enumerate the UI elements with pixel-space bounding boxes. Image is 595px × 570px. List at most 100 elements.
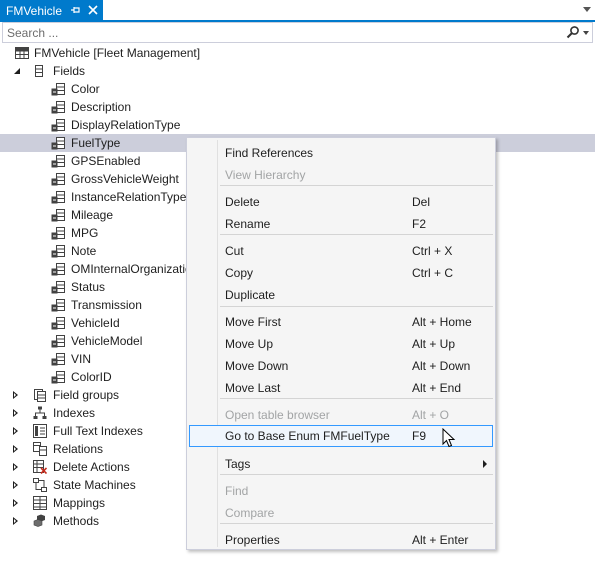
menu-item-shortcut: F9 (412, 429, 427, 443)
menu-item-label: Properties (225, 533, 280, 547)
menu-item-label: Find References (225, 146, 314, 160)
tree-field-row[interactable]: DisplayRelationType (0, 116, 595, 134)
menu-item-compare: Compare (189, 502, 493, 524)
tree-field-label: InstanceRelationType (71, 190, 187, 204)
tree-node-label: Delete Actions (53, 460, 130, 474)
tree-root-label: FMVehicle [Fleet Management] (34, 46, 201, 60)
field-icon (51, 316, 65, 330)
expand-toggle-icon[interactable] (11, 498, 21, 508)
tree-field-label: Transmission (71, 298, 142, 312)
expand-toggle-icon[interactable] (11, 480, 21, 490)
menu-item-shortcut: Alt + Home (412, 315, 472, 329)
menu-item-find-references[interactable]: Find References (189, 142, 493, 164)
menu-item-move-first[interactable]: Move First Alt + Home (189, 311, 493, 333)
relations-icon (33, 442, 47, 456)
mouse-cursor-icon (442, 427, 456, 448)
tree-node-label: Indexes (53, 406, 96, 420)
methods-icon (33, 514, 47, 528)
tree-node-label: Mappings (53, 496, 106, 510)
menu-item-shortcut: Alt + O (412, 408, 450, 422)
tree-node-label: Field groups (53, 388, 120, 402)
menu-item-shortcut: Alt + End (412, 381, 462, 395)
tree-field-row[interactable]: Description (0, 98, 595, 116)
tree-node-label: State Machines (53, 478, 136, 492)
tree-field-label: GPSEnabled (71, 154, 141, 168)
tree-node-label: Fields (53, 64, 86, 78)
expand-toggle-icon[interactable] (11, 462, 21, 472)
submenu-arrow-icon (483, 460, 487, 468)
menu-item-tags[interactable]: Tags (189, 453, 493, 475)
expand-toggle-icon[interactable] (11, 516, 21, 526)
menu-item-label: Move Down (225, 359, 289, 373)
field-groups-icon (33, 388, 47, 402)
menu-item-copy[interactable]: Copy Ctrl + C (189, 262, 493, 284)
tree-field-label: Status (71, 280, 106, 294)
tree-field-row[interactable]: Color (0, 80, 595, 98)
table-icon (15, 46, 29, 60)
menu-item-label: Duplicate (225, 288, 276, 302)
field-icon (51, 154, 65, 168)
close-icon[interactable] (86, 3, 100, 17)
indexes-icon (33, 406, 47, 420)
delete-actions-icon (33, 460, 48, 475)
menu-item-label: Move Up (225, 337, 274, 351)
menu-item-shortcut: Ctrl + X (412, 244, 453, 258)
menu-item-properties[interactable]: Properties Alt + Enter (189, 529, 493, 551)
tree-root[interactable]: FMVehicle [Fleet Management] (0, 44, 595, 62)
menu-item-shortcut: F2 (412, 217, 427, 231)
menu-item-shortcut: Alt + Up (412, 337, 456, 351)
field-icon (51, 190, 65, 204)
expand-toggle-icon[interactable] (11, 390, 21, 400)
field-icon (51, 262, 65, 276)
menu-item-shortcut: Alt + Enter (412, 533, 469, 547)
menu-separator (220, 306, 493, 307)
menu-item-move-last[interactable]: Move Last Alt + End (189, 377, 493, 399)
menu-item-label: Tags (225, 457, 251, 471)
expand-toggle-icon[interactable] (11, 444, 21, 454)
menu-item-label: Rename (225, 217, 271, 231)
field-icon (51, 298, 65, 312)
menu-item-move-down[interactable]: Move Down Alt + Down (189, 355, 493, 377)
field-icon (51, 136, 65, 150)
menu-item-delete[interactable]: Delete Del (189, 191, 493, 213)
fields-icon (32, 64, 46, 78)
full-text-indexes-icon (33, 424, 47, 438)
field-icon (51, 370, 65, 384)
tree-field-label: DisplayRelationType (71, 118, 181, 132)
field-icon (51, 172, 65, 186)
tree-field-label: GrossVehicleWeight (71, 172, 179, 186)
menu-item-label: View Hierarchy (225, 168, 306, 182)
field-icon (51, 352, 65, 366)
menu-item-shortcut: Del (412, 195, 431, 209)
tab-dropdown-icon[interactable] (583, 7, 591, 12)
field-icon (51, 280, 65, 294)
search-options-dropdown-icon[interactable] (583, 31, 589, 35)
tree-field-label: VehicleModel (71, 334, 143, 348)
tree-field-label: Mileage (71, 208, 114, 222)
search-input[interactable] (7, 24, 557, 41)
pin-icon[interactable] (70, 4, 82, 19)
expand-toggle-icon[interactable] (11, 426, 21, 436)
tree-field-label: Note (71, 244, 97, 258)
mappings-icon (33, 496, 47, 510)
menu-item-open-table-browser: Open table browser Alt + O (189, 404, 493, 426)
search-icon[interactable] (566, 25, 580, 39)
expand-toggle-icon[interactable] (12, 66, 22, 76)
field-icon (51, 100, 65, 114)
menu-item-shortcut: Alt + Down (412, 359, 471, 373)
menu-item-find: Find (189, 480, 493, 502)
field-icon (51, 118, 65, 132)
menu-item-duplicate[interactable]: Duplicate (189, 284, 493, 306)
menu-item-move-up[interactable]: Move Up Alt + Up (189, 333, 493, 355)
menu-item-rename[interactable]: Rename F2 (189, 213, 493, 235)
menu-item-cut[interactable]: Cut Ctrl + X (189, 240, 493, 262)
field-icon (51, 244, 65, 258)
tab-title: FMVehicle (6, 4, 63, 18)
tree-field-label: ColorID (71, 370, 112, 384)
document-tab-strip: FMVehicle (0, 0, 595, 22)
tab-fmvehicle[interactable]: FMVehicle (0, 0, 103, 22)
menu-item-label: Move First (225, 315, 282, 329)
expand-toggle-icon[interactable] (11, 408, 21, 418)
tree-node-fields[interactable]: Fields (0, 62, 595, 80)
menu-item-label: Find (225, 484, 249, 498)
